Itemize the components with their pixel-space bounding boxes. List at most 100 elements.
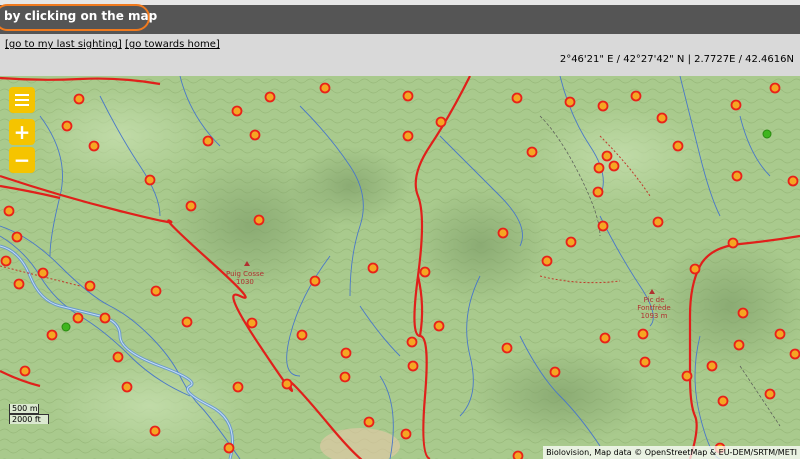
sighting-marker[interactable] bbox=[789, 348, 800, 360]
sighting-marker[interactable] bbox=[402, 90, 414, 102]
sighting-marker[interactable] bbox=[181, 316, 193, 328]
sighting-marker[interactable] bbox=[435, 116, 447, 128]
hill-light bbox=[50, 356, 250, 456]
hill-light bbox=[530, 106, 710, 206]
sighting-marker[interactable] bbox=[433, 320, 445, 332]
sighting-marker[interactable] bbox=[406, 336, 418, 348]
own-sighting-marker[interactable] bbox=[61, 322, 71, 332]
peak-name: Pic de Fontfrède bbox=[637, 296, 671, 312]
sighting-marker[interactable] bbox=[249, 129, 261, 141]
sighting-marker[interactable] bbox=[112, 351, 124, 363]
sighting-marker[interactable] bbox=[630, 90, 642, 102]
sighting-marker[interactable] bbox=[296, 329, 308, 341]
sighting-marker[interactable] bbox=[253, 214, 265, 226]
peak-elevation: 1030 bbox=[236, 278, 254, 286]
sighting-marker[interactable] bbox=[681, 370, 693, 382]
sighting-marker[interactable] bbox=[402, 130, 414, 142]
sighting-marker[interactable] bbox=[608, 160, 620, 172]
sighting-marker[interactable] bbox=[737, 307, 749, 319]
sighting-marker[interactable] bbox=[730, 99, 742, 111]
sighting-marker[interactable] bbox=[367, 262, 379, 274]
sighting-marker[interactable] bbox=[769, 82, 781, 94]
sighting-marker[interactable] bbox=[639, 356, 651, 368]
own-sighting-marker[interactable] bbox=[762, 129, 772, 139]
sighting-marker[interactable] bbox=[19, 365, 31, 377]
sighting-marker[interactable] bbox=[689, 263, 701, 275]
sighting-marker[interactable] bbox=[512, 450, 524, 459]
sighting-marker[interactable] bbox=[150, 285, 162, 297]
last-sighting-link[interactable]: [go to my last sighting] bbox=[5, 39, 122, 50]
sighting-marker[interactable] bbox=[37, 267, 49, 279]
layers-button[interactable] bbox=[9, 87, 35, 113]
zoom-in-button[interactable]: + bbox=[9, 119, 35, 145]
map-canvas[interactable]: Puig Cosse 1030 Pic de Fontfrède 1093 m … bbox=[0, 76, 800, 459]
map-attribution: Biolovision, Map data © OpenStreetMap & … bbox=[543, 446, 800, 459]
sighting-marker[interactable] bbox=[717, 395, 729, 407]
sighting-marker[interactable] bbox=[407, 360, 419, 372]
sighting-marker[interactable] bbox=[733, 339, 745, 351]
info-bar: [go to my last sighting] [go towards hom… bbox=[0, 34, 800, 76]
hill-shade bbox=[290, 146, 410, 226]
layers-icon bbox=[15, 94, 29, 106]
sighting-marker[interactable] bbox=[340, 347, 352, 359]
sighting-marker[interactable] bbox=[787, 175, 799, 187]
towards-home-link[interactable]: [go towards home] bbox=[125, 39, 220, 50]
sighting-marker[interactable] bbox=[223, 442, 235, 454]
sighting-marker[interactable] bbox=[549, 366, 561, 378]
zoom-out-button[interactable]: − bbox=[9, 147, 35, 173]
sighting-marker[interactable] bbox=[593, 162, 605, 174]
sighting-marker[interactable] bbox=[309, 275, 321, 287]
sighting-marker[interactable] bbox=[0, 255, 12, 267]
sighting-marker[interactable] bbox=[61, 120, 73, 132]
title-bar: by clicking on the map bbox=[0, 0, 800, 34]
sighting-marker[interactable] bbox=[73, 93, 85, 105]
sighting-marker[interactable] bbox=[501, 342, 513, 354]
sighting-marker[interactable] bbox=[264, 91, 276, 103]
sighting-marker[interactable] bbox=[526, 146, 538, 158]
sighting-marker[interactable] bbox=[232, 381, 244, 393]
sighting-marker[interactable] bbox=[672, 140, 684, 152]
sighting-marker[interactable] bbox=[88, 140, 100, 152]
sighting-marker[interactable] bbox=[231, 105, 243, 117]
sighting-marker[interactable] bbox=[185, 200, 197, 212]
sighting-marker[interactable] bbox=[637, 328, 649, 340]
sighting-marker[interactable] bbox=[497, 227, 509, 239]
scale-bar: 500 m 2000 ft bbox=[9, 404, 49, 424]
sighting-marker[interactable] bbox=[731, 170, 743, 182]
sighting-marker[interactable] bbox=[511, 92, 523, 104]
sighting-marker[interactable] bbox=[592, 186, 604, 198]
sighting-marker[interactable] bbox=[565, 236, 577, 248]
sighting-marker[interactable] bbox=[339, 371, 351, 383]
sighting-marker[interactable] bbox=[46, 329, 58, 341]
sighting-marker[interactable] bbox=[541, 255, 553, 267]
sighting-marker[interactable] bbox=[727, 237, 739, 249]
sighting-marker[interactable] bbox=[99, 312, 111, 324]
sighting-marker[interactable] bbox=[400, 428, 412, 440]
nav-links: [go to my last sighting] [go towards hom… bbox=[5, 39, 220, 50]
sighting-marker[interactable] bbox=[706, 360, 718, 372]
sighting-marker[interactable] bbox=[11, 231, 23, 243]
sighting-marker[interactable] bbox=[13, 278, 25, 290]
sighting-marker[interactable] bbox=[363, 416, 375, 428]
sighting-marker[interactable] bbox=[246, 317, 258, 329]
sighting-marker[interactable] bbox=[652, 216, 664, 228]
sighting-marker[interactable] bbox=[72, 312, 84, 324]
sighting-marker[interactable] bbox=[281, 378, 293, 390]
sighting-marker[interactable] bbox=[599, 332, 611, 344]
sighting-marker[interactable] bbox=[764, 388, 776, 400]
sighting-marker[interactable] bbox=[84, 280, 96, 292]
sighting-marker[interactable] bbox=[774, 328, 786, 340]
sighting-marker[interactable] bbox=[564, 96, 576, 108]
sighting-marker[interactable] bbox=[597, 220, 609, 232]
sighting-marker[interactable] bbox=[121, 381, 133, 393]
sighting-marker[interactable] bbox=[144, 174, 156, 186]
sighting-marker[interactable] bbox=[656, 112, 668, 124]
sighting-marker[interactable] bbox=[419, 266, 431, 278]
sighting-marker[interactable] bbox=[597, 100, 609, 112]
sighting-marker[interactable] bbox=[3, 205, 15, 217]
sighting-marker[interactable] bbox=[601, 150, 613, 162]
sighting-marker[interactable] bbox=[149, 425, 161, 437]
sighting-marker[interactable] bbox=[319, 82, 331, 94]
map-layer bbox=[0, 76, 800, 459]
sighting-marker[interactable] bbox=[202, 135, 214, 147]
